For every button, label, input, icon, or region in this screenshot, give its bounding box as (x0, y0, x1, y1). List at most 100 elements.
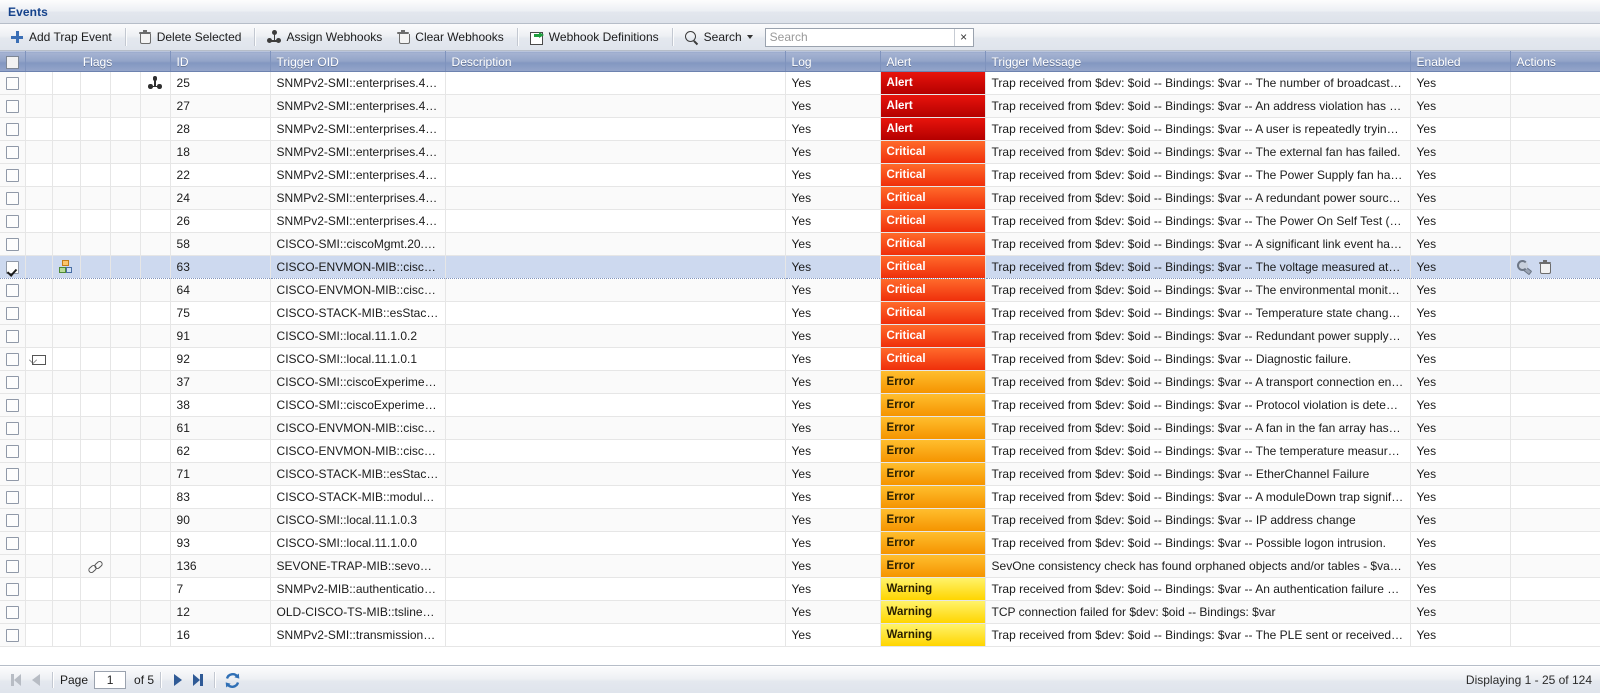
table-row[interactable]: 71 CISCO-STACK-MIB::esStack.6.0.7 Yes Error… (0, 462, 1600, 486)
table-row[interactable]: 27 SNMPv2-SMI::enterprises.437.1... Yes Ale… (0, 94, 1600, 118)
row-checkbox[interactable] (5, 376, 19, 390)
column-header-enabled[interactable]: Enabled (1410, 51, 1511, 72)
table-row[interactable]: 16 SNMPv2-SMI::transmission.5.0.2 Yes Warni… (0, 623, 1600, 647)
page-number-input[interactable] (94, 671, 127, 689)
row-checkbox[interactable] (5, 422, 19, 436)
table-row[interactable]: 63 CISCO-ENVMON-MIB::ciscoEnv... Yes Critic… (0, 255, 1600, 279)
table-row[interactable]: 64 CISCO-ENVMON-MIB::ciscoEnv... Yes Critic… (0, 278, 1600, 302)
table-row[interactable]: 18 SNMPv2-SMI::enterprises.494.4... Yes Cri… (0, 140, 1600, 164)
row-checkbox[interactable] (5, 146, 19, 160)
column-header-trigger-oid[interactable]: Trigger OID (270, 51, 446, 72)
row-checkbox[interactable] (5, 468, 19, 482)
column-header-flags[interactable]: Flags (25, 51, 171, 72)
table-row[interactable]: 83 CISCO-STACK-MIB::moduleDown Yes Error Tra… (0, 485, 1600, 509)
column-header-id[interactable]: ID (170, 51, 271, 72)
table-row[interactable]: 28 SNMPv2-SMI::enterprises.437.1... Yes Ale… (0, 117, 1600, 141)
row-select-cell[interactable] (0, 94, 26, 118)
row-select-cell[interactable] (0, 623, 26, 647)
row-checkbox[interactable] (5, 353, 19, 367)
delete-selected-button[interactable]: Delete Selected (132, 25, 250, 49)
row-select-cell[interactable] (0, 600, 26, 624)
row-select-cell[interactable] (0, 531, 26, 555)
table-row[interactable]: 7 SNMPv2-MIB::authenticationFai... Yes Warn… (0, 577, 1600, 601)
delete-icon[interactable] (1538, 260, 1552, 274)
row-checkbox[interactable] (5, 560, 19, 574)
table-row[interactable]: 24 SNMPv2-SMI::enterprises.437.1... Yes Cri… (0, 186, 1600, 210)
first-page-button[interactable] (6, 670, 26, 690)
row-checkbox[interactable] (5, 399, 19, 413)
webhook-definitions-button[interactable]: Webhook Definitions (524, 25, 667, 49)
assign-webhooks-button[interactable]: Assign Webhooks (261, 25, 390, 49)
search-input[interactable] (765, 28, 954, 46)
table-row[interactable]: 22 SNMPv2-SMI::enterprises.494.4... Yes Cri… (0, 163, 1600, 187)
search-clear-button[interactable]: × (953, 28, 973, 46)
column-header-log[interactable]: Log (785, 51, 881, 72)
row-select-cell[interactable] (0, 163, 26, 187)
row-select-cell[interactable] (0, 439, 26, 463)
row-select-cell[interactable] (0, 186, 26, 210)
row-select-cell[interactable] (0, 485, 26, 509)
row-select-cell[interactable] (0, 508, 26, 532)
row-checkbox[interactable] (5, 514, 19, 528)
select-all-header[interactable] (0, 51, 26, 72)
table-row[interactable]: 58 CISCO-SMI::ciscoMgmt.20.1.5.... Yes Crit… (0, 232, 1600, 256)
row-checkbox[interactable] (5, 445, 19, 459)
column-header-trigger-message[interactable]: Trigger Message (985, 51, 1411, 72)
row-checkbox[interactable] (5, 307, 19, 321)
row-select-cell[interactable] (0, 209, 26, 233)
search-box[interactable]: × (764, 27, 974, 47)
row-checkbox[interactable] (5, 100, 19, 114)
row-select-cell[interactable] (0, 370, 26, 394)
table-row[interactable]: 12 OLD-CISCO-TS-MIB::tslineSesT... Yes Warn… (0, 600, 1600, 624)
column-header-alert[interactable]: Alert (880, 51, 986, 72)
row-select-cell[interactable] (0, 71, 26, 95)
row-checkbox[interactable] (5, 215, 19, 229)
row-checkbox[interactable] (5, 192, 19, 206)
table-row[interactable]: 136 SEVONE-TRAP-MIB::sevoneTra... Yes Error… (0, 554, 1600, 578)
edit-icon[interactable] (1516, 260, 1532, 276)
add-trap-event-button[interactable]: Add Trap Event (4, 25, 120, 49)
table-row[interactable]: 26 SNMPv2-SMI::enterprises.437.1... Yes Cri… (0, 209, 1600, 233)
prev-page-button[interactable] (26, 670, 46, 690)
row-select-cell[interactable] (0, 416, 26, 440)
refresh-button[interactable] (224, 672, 241, 689)
table-row[interactable]: 75 CISCO-STACK-MIB::esStack.2.0.3 Yes Criti… (0, 301, 1600, 325)
next-page-button[interactable] (168, 670, 188, 690)
row-checkbox[interactable] (5, 491, 19, 505)
row-select-cell[interactable] (0, 554, 26, 578)
table-row[interactable]: 62 CISCO-ENVMON-MIB::ciscoEnv... Yes Error T… (0, 439, 1600, 463)
clear-webhooks-button[interactable]: Clear Webhooks (390, 25, 512, 49)
search-menu-button[interactable]: Search (679, 25, 761, 49)
row-checkbox[interactable] (5, 629, 19, 643)
row-select-cell[interactable] (0, 324, 26, 348)
row-select-cell[interactable] (0, 278, 26, 302)
row-select-cell[interactable] (0, 393, 26, 417)
column-header-description[interactable]: Description (445, 51, 786, 72)
row-select-cell[interactable] (0, 117, 26, 141)
select-all-checkbox[interactable] (5, 55, 19, 69)
row-checkbox[interactable] (5, 261, 19, 275)
table-row[interactable]: 61 CISCO-ENVMON-MIB::ciscoEnv... Yes Error T… (0, 416, 1600, 440)
row-checkbox[interactable] (5, 123, 19, 137)
last-page-button[interactable] (188, 670, 208, 690)
row-select-cell[interactable] (0, 232, 26, 256)
table-row[interactable]: 38 CISCO-SMI::ciscoExperiment.9.... Yes Err… (0, 393, 1600, 417)
row-select-cell[interactable] (0, 255, 26, 279)
row-checkbox[interactable] (5, 330, 19, 344)
table-row[interactable]: 93 CISCO-SMI::local.11.1.0.0 Yes Error Trap … (0, 531, 1600, 555)
table-row[interactable]: 25 SNMPv2-SMI::enterprises.437.1... Yes Ale… (0, 71, 1600, 95)
column-header-actions[interactable]: Actions (1510, 51, 1600, 72)
row-checkbox[interactable] (5, 77, 19, 91)
row-select-cell[interactable] (0, 462, 26, 486)
row-select-cell[interactable] (0, 140, 26, 164)
row-checkbox[interactable] (5, 583, 19, 597)
row-checkbox[interactable] (5, 284, 19, 298)
table-row[interactable]: 90 CISCO-SMI::local.11.1.0.3 Yes Error Trap … (0, 508, 1600, 532)
row-select-cell[interactable] (0, 347, 26, 371)
row-checkbox[interactable] (5, 169, 19, 183)
table-row[interactable]: 91 CISCO-SMI::local.11.1.0.2 Yes Critical Tr… (0, 324, 1600, 348)
table-row[interactable]: 92 CISCO-SMI::local.11.1.0.1 Yes Critical Tr… (0, 347, 1600, 371)
row-checkbox[interactable] (5, 606, 19, 620)
row-checkbox[interactable] (5, 238, 19, 252)
row-select-cell[interactable] (0, 301, 26, 325)
